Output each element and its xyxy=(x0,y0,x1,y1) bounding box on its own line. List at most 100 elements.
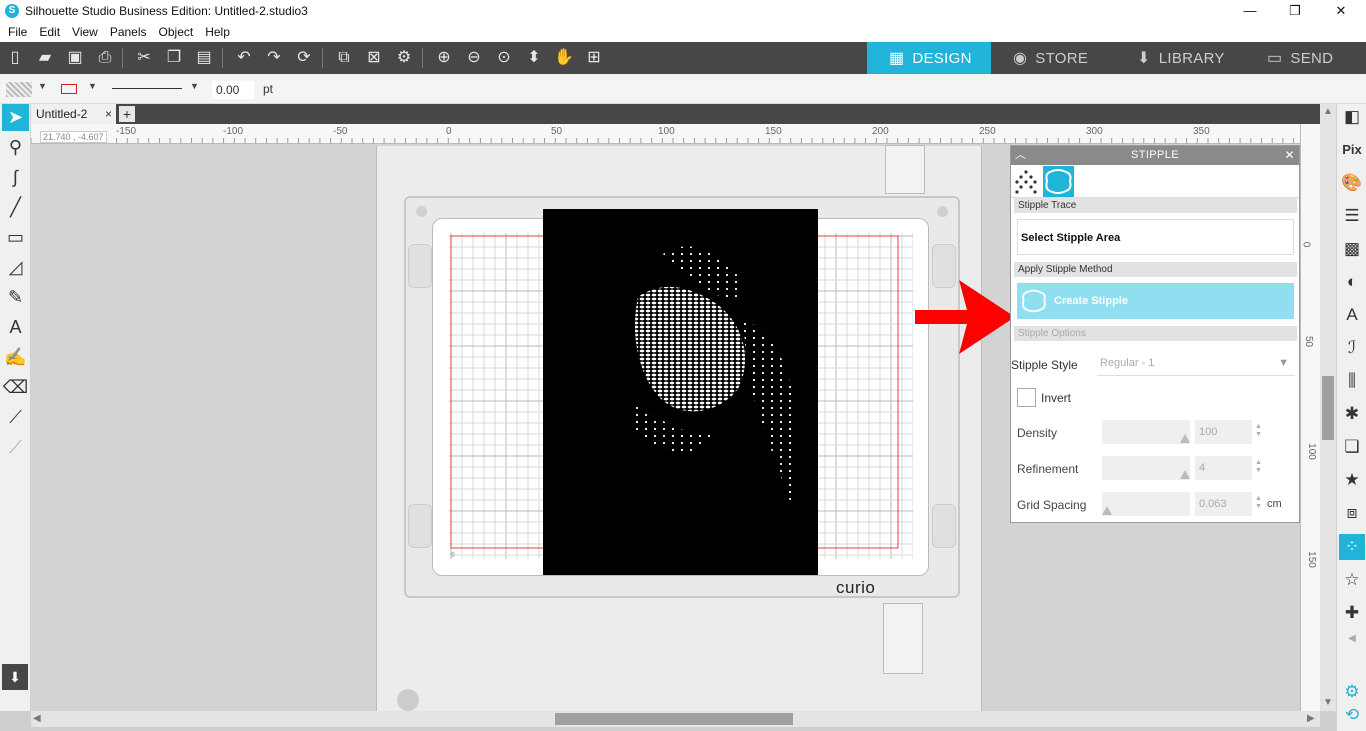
lasso-tool-icon[interactable]: ⚲ xyxy=(2,134,29,161)
sketch-icon[interactable]: ℐ xyxy=(1339,335,1365,361)
align-icon[interactable]: ⫼ xyxy=(1339,368,1365,394)
close-tab-icon[interactable]: × xyxy=(105,104,112,124)
vertical-scroll-thumb[interactable] xyxy=(1322,376,1334,440)
sketch-tool-icon[interactable]: ✍ xyxy=(2,344,29,371)
density-slider[interactable] xyxy=(1102,420,1190,444)
pan-hand-icon[interactable]: ✋ xyxy=(551,46,577,70)
refinement-slider[interactable] xyxy=(1102,456,1190,480)
scroll-right-icon[interactable]: ▶ xyxy=(1307,713,1315,724)
group-icon[interactable]: ⧉ xyxy=(331,46,357,70)
undo-icon[interactable]: ↶ xyxy=(231,46,257,70)
tab-store[interactable]: ◉ STORE xyxy=(991,42,1115,74)
paste-icon[interactable]: ▤ xyxy=(191,46,217,70)
replicate-icon[interactable]: ❏ xyxy=(1339,434,1365,460)
horizontal-scroll-thumb[interactable] xyxy=(555,713,793,725)
line-style-preview[interactable] xyxy=(112,88,182,89)
create-stipple-button[interactable]: Create Stipple xyxy=(1017,283,1294,319)
scroll-down-icon[interactable]: ▼ xyxy=(1323,697,1333,708)
select-tool-icon[interactable]: ➤ xyxy=(2,104,29,131)
pencil-tool-icon[interactable]: ✎ xyxy=(2,284,29,311)
open-folder-icon[interactable]: ▰ xyxy=(32,46,58,70)
collapse-panel-icon[interactable]: ︿ xyxy=(1015,146,1026,165)
horizontal-scrollbar[interactable]: ◀ ▶ xyxy=(31,711,1320,727)
eraser-tool-icon[interactable]: ⌫ xyxy=(2,374,29,401)
invert-checkbox[interactable] xyxy=(1017,388,1036,407)
zoom-select-icon[interactable]: ⊙ xyxy=(491,46,517,70)
polygon-tool-icon[interactable]: ◿ xyxy=(2,254,29,281)
puzzle-icon[interactable]: ✚ xyxy=(1339,600,1365,626)
contrast-icon[interactable]: ◐ xyxy=(1339,269,1365,295)
page-setup-icon[interactable]: ◧ xyxy=(1339,104,1365,130)
print-icon[interactable]: ⎙ xyxy=(92,46,118,70)
close-panel-icon[interactable]: ✕ xyxy=(1285,146,1295,165)
zoom-in-icon[interactable]: ⊕ xyxy=(431,46,457,70)
transform-icon[interactable]: ✱ xyxy=(1339,401,1365,427)
density-slider-thumb[interactable] xyxy=(1180,434,1190,443)
cut-icon[interactable]: ✂ xyxy=(131,46,157,70)
maximize-button[interactable]: ❐ xyxy=(1272,0,1318,22)
ungroup-icon[interactable]: ⊠ xyxy=(361,46,387,70)
menu-view[interactable]: View xyxy=(66,25,104,39)
scroll-left-icon[interactable]: ◀ xyxy=(33,713,41,724)
vertical-scrollbar[interactable]: ▲ ▼ xyxy=(1320,104,1336,711)
stipple-style-dropdown[interactable]: Regular - 1 ▼ xyxy=(1097,350,1295,376)
rhinestone-icon[interactable]: ★ xyxy=(1339,467,1365,493)
line-width-input[interactable]: 0.00 xyxy=(212,81,254,99)
refinement-input[interactable]: 4 xyxy=(1195,456,1252,480)
stippled-image[interactable] xyxy=(543,209,818,575)
document-tab[interactable]: Untitled-2 × xyxy=(31,104,116,124)
tab-send[interactable]: ▭ SEND xyxy=(1245,42,1366,74)
redo-icon[interactable]: ↷ xyxy=(261,46,287,70)
rectangle-tool-icon[interactable]: ▭ xyxy=(2,224,29,251)
menu-help[interactable]: Help xyxy=(199,25,236,39)
minimize-button[interactable]: — xyxy=(1227,0,1273,22)
close-button[interactable]: ✕ xyxy=(1318,0,1364,22)
trace-icon[interactable]: ⧈ xyxy=(1339,500,1365,526)
menu-panels[interactable]: Panels xyxy=(104,25,153,39)
zoom-out-icon[interactable]: ⊖ xyxy=(461,46,487,70)
fit-page-icon[interactable]: ⬍ xyxy=(521,46,547,70)
image-effects-icon[interactable]: ▩ xyxy=(1339,236,1365,262)
new-file-icon[interactable]: ▯ xyxy=(2,46,28,70)
pixscan-icon[interactable]: Pix xyxy=(1339,137,1365,163)
select-stipple-area-button[interactable]: Select Stipple Area xyxy=(1017,219,1294,255)
knife-tool-icon[interactable]: ⟋ xyxy=(2,404,29,431)
text-tool-icon[interactable]: A xyxy=(2,314,29,341)
density-stepper[interactable]: ▲ ▼ xyxy=(1255,423,1262,439)
refinement-slider-thumb[interactable] xyxy=(1180,470,1190,479)
compound-path-icon[interactable]: ⚙ xyxy=(391,46,417,70)
line-style-dropdown-icon[interactable]: ▼ xyxy=(190,81,199,91)
sync-icon[interactable]: ⟲ xyxy=(1339,702,1365,728)
menu-object[interactable]: Object xyxy=(153,25,200,39)
fit-window-icon[interactable]: ⊞ xyxy=(581,46,607,70)
line-tool-icon[interactable]: ╱ xyxy=(2,194,29,221)
tab-design[interactable]: ▦ DESIGN xyxy=(867,42,991,74)
stipple-shape-tab-icon[interactable] xyxy=(1043,166,1074,197)
library-download-icon[interactable]: ⬇ xyxy=(2,664,28,690)
menu-edit[interactable]: Edit xyxy=(33,25,66,39)
line-style-icon[interactable]: ☰ xyxy=(1339,203,1365,229)
stipple-panel-icon[interactable]: ⁘ xyxy=(1339,534,1365,560)
refresh-icon[interactable]: ⟳ xyxy=(291,46,317,70)
tab-library[interactable]: ⬇ LIBRARY xyxy=(1115,42,1239,74)
density-input[interactable]: 100 xyxy=(1195,420,1252,444)
grid-spacing-slider[interactable] xyxy=(1102,492,1190,516)
fill-dropdown-icon[interactable]: ▼ xyxy=(38,81,47,91)
menu-file[interactable]: File xyxy=(2,25,33,39)
curve-tool-icon[interactable]: ∫ xyxy=(2,164,29,191)
grid-spacing-stepper[interactable]: ▲ ▼ xyxy=(1255,495,1262,511)
fill-pattern-swatch[interactable] xyxy=(6,82,32,97)
line-color-swatch[interactable] xyxy=(61,84,77,94)
scroll-up-icon[interactable]: ▲ xyxy=(1323,106,1333,117)
page-handle[interactable] xyxy=(397,689,419,711)
refinement-stepper[interactable]: ▲ ▼ xyxy=(1255,459,1262,475)
eyedropper-tool-icon[interactable]: ⟋ xyxy=(2,434,29,461)
copy-icon[interactable]: ❐ xyxy=(161,46,187,70)
star-outline-icon[interactable]: ☆ xyxy=(1339,567,1365,593)
line-color-dropdown-icon[interactable]: ▼ xyxy=(88,81,97,91)
save-icon[interactable]: ▣ xyxy=(62,46,88,70)
fill-color-icon[interactable]: 🎨 xyxy=(1339,170,1365,196)
scroll-panels-icon[interactable]: ◀ xyxy=(1339,626,1365,652)
stipple-dots-tab-icon[interactable] xyxy=(1011,166,1042,197)
text-style-icon[interactable]: A xyxy=(1339,302,1365,328)
